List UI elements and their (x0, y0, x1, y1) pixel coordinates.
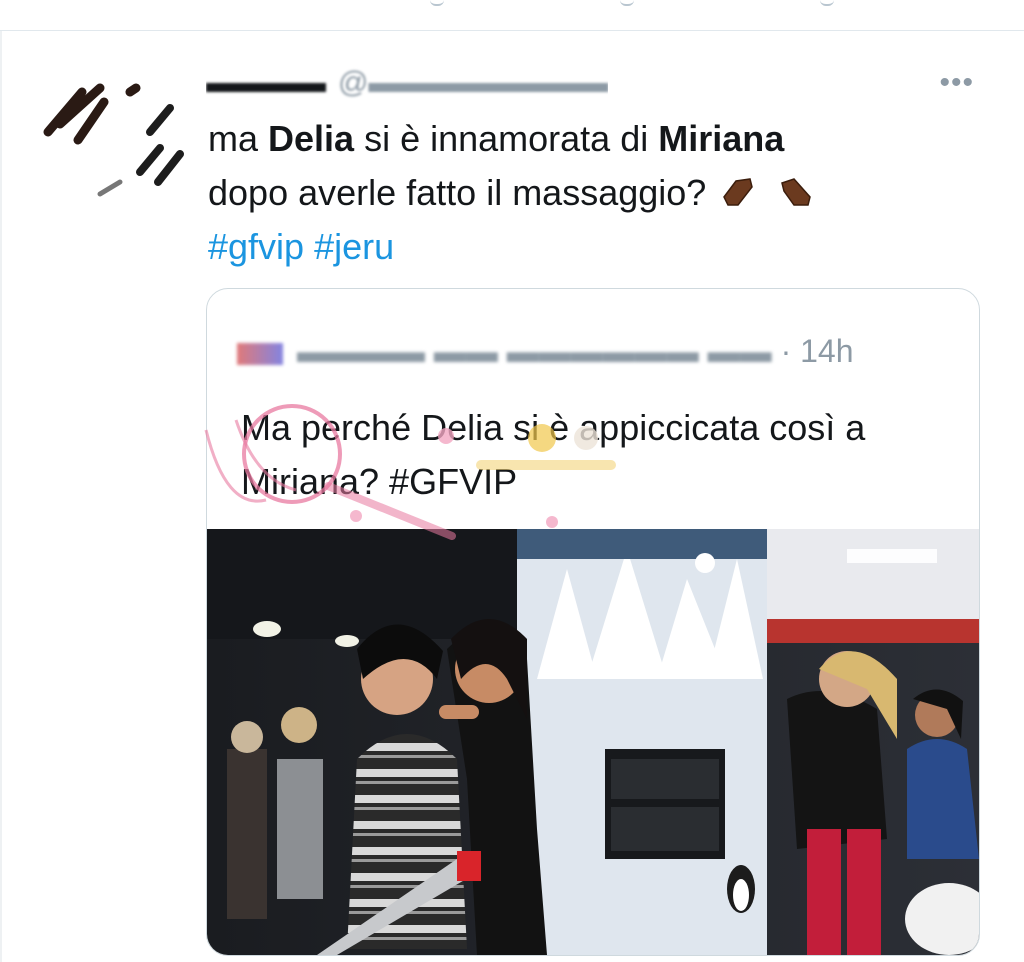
coffin-icon (723, 178, 754, 206)
quoted-tweet-text: Ma perché Delia si è appiccicata così a … (241, 407, 866, 502)
quoted-tweet-card[interactable]: ▬▬▬▬ ▬▬ ▬▬▬▬▬▬ ▬▬ · 14h Ma perché Delia … (206, 288, 980, 956)
mention-miriana: Miriana (658, 118, 785, 159)
quoted-tweet-time[interactable]: · 14h (781, 333, 854, 369)
tweet-hashtags: #gfvip #jeru (208, 220, 988, 274)
quoted-tweet-photo[interactable] (207, 529, 979, 955)
tweet-author-header[interactable]: ▬▬▬▬ @▬▬▬▬▬▬▬▬ (206, 66, 608, 100)
hashtag-gfvip[interactable]: #gfvip (208, 226, 304, 267)
top-navigation-bar (0, 0, 1024, 31)
timeline-border (0, 31, 2, 962)
tweet-line-2: dopo averle fatto il massaggio? (208, 166, 988, 220)
tweet-body: ma Delia si è innamorata di Miriana dopo… (208, 112, 988, 274)
quoted-author-avatar[interactable] (237, 342, 283, 365)
author-handle[interactable]: @▬▬▬▬▬▬▬▬ (338, 66, 608, 99)
tweet-line-1: ma Delia si è innamorata di Miriana (208, 118, 785, 159)
user-avatar[interactable] (40, 62, 190, 212)
quoted-author-name[interactable]: ▬▬▬▬ ▬▬ ▬▬▬▬▬▬ ▬▬ (297, 333, 772, 369)
notifications-icon[interactable] (820, 0, 834, 6)
hashtag-jeru[interactable]: #jeru (314, 226, 394, 267)
search-icon[interactable] (620, 0, 634, 6)
quoted-tweet-header[interactable]: ▬▬▬▬ ▬▬ ▬▬▬▬▬▬ ▬▬ · 14h (237, 333, 854, 370)
coffin-icon (781, 178, 812, 206)
mention-delia: Delia (268, 118, 355, 159)
author-display-name[interactable]: ▬▬▬▬ (206, 66, 326, 99)
home-icon[interactable] (430, 0, 444, 6)
more-options-icon[interactable]: ••• (939, 66, 974, 100)
